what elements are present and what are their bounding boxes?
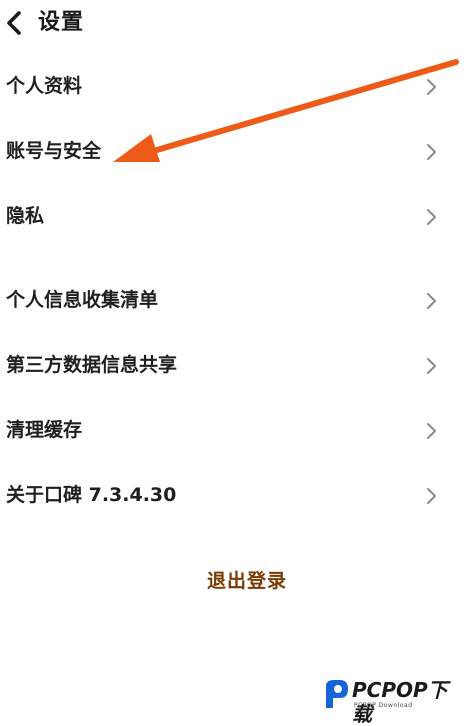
menu-item-label: 第三方数据信息共享 (6, 354, 178, 376)
chevron-right-icon (427, 488, 436, 504)
logout-button[interactable]: 退出登录 (0, 564, 464, 598)
menu-item-personal-info-list[interactable]: 个人信息收集清单 (0, 270, 464, 330)
watermark-subtitle: PCPOP Download (354, 702, 413, 709)
watermark-logo: PCPOP下载 PCPOP Download (318, 672, 464, 726)
menu-item-label: 关于口碑 7.3.4.30 (6, 484, 177, 506)
menu-item-label: 清理缓存 (6, 419, 83, 441)
menu-item-label: 个人资料 (6, 75, 83, 97)
pcpop-logo-icon (326, 680, 348, 708)
menu-item-third-party-sharing[interactable]: 第三方数据信息共享 (0, 335, 464, 395)
menu-item-clear-cache[interactable]: 清理缓存 (0, 400, 464, 460)
chevron-right-icon (427, 423, 436, 439)
chevron-left-icon (7, 11, 21, 35)
page-title: 设置 (38, 10, 85, 35)
menu-item-label: 隐私 (6, 205, 45, 227)
menu-item-privacy[interactable]: 隐私 (0, 186, 464, 246)
logout-label: 退出登录 (206, 570, 287, 592)
back-button[interactable] (2, 8, 28, 38)
menu-item-about[interactable]: 关于口碑 7.3.4.30 (0, 465, 464, 525)
chevron-right-icon (427, 144, 436, 160)
chevron-right-icon (427, 209, 436, 225)
top-bar: 设置 (0, 0, 464, 50)
menu-item-label: 账号与安全 (6, 140, 102, 162)
chevron-right-icon (427, 358, 436, 374)
menu-item-profile[interactable]: 个人资料 (0, 56, 464, 116)
menu-item-label: 个人信息收集清单 (6, 289, 159, 311)
chevron-right-icon (427, 79, 436, 95)
menu-item-account-security[interactable]: 账号与安全 (0, 121, 464, 181)
chevron-right-icon (427, 293, 436, 309)
